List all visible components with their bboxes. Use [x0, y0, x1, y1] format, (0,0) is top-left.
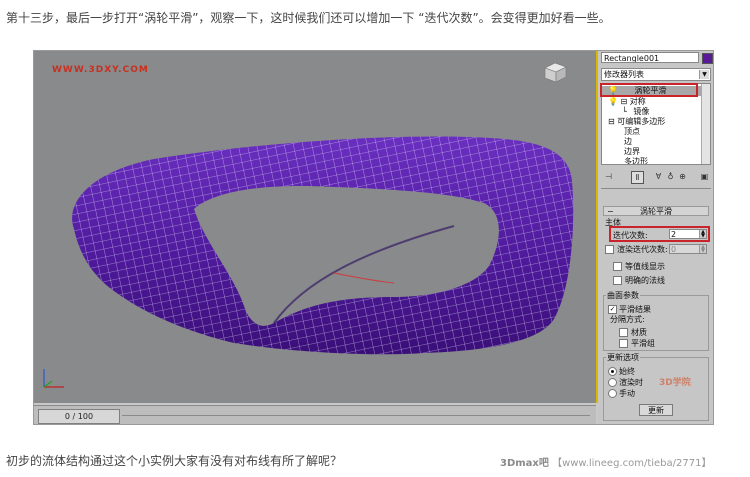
page-watermark: 3Dmax吧 【www.lineeg.com/tieba/2771】	[500, 454, 711, 469]
pin-stack-icon[interactable]: ⊣	[603, 171, 614, 182]
time-slider[interactable]: 0 / 100	[38, 409, 120, 424]
collapse-icon: −	[607, 207, 614, 216]
perspective-viewport[interactable]: WWW.3DXY.COM	[34, 51, 598, 403]
materials-label: 材质	[631, 328, 647, 337]
stack-subitem-vertex[interactable]: 顶点	[624, 127, 640, 137]
stack-item-symmetry[interactable]: 💡 ⊟ 对称	[608, 97, 646, 107]
axis-gizmo-icon	[43, 369, 64, 388]
surface-params-label: 曲面参数	[606, 290, 640, 301]
when-rendering-radio[interactable]	[608, 378, 617, 387]
render-iters-label: 渲染迭代次数:	[617, 245, 668, 254]
spinner-arrows-icon[interactable]: ▲ ▼	[699, 245, 706, 254]
stack-subitem-edge[interactable]: 边	[624, 137, 632, 147]
step-caption: 第十三步，最后一步打开“涡轮平滑”，观察一下，这时候我们还可以增加一下 “迭代次…	[6, 11, 611, 25]
separate-by-label: 分隔方式:	[610, 315, 645, 324]
materials-checkbox[interactable]	[619, 328, 628, 337]
panel-divider	[601, 188, 711, 189]
smooth-result-checkbox[interactable]: ✓	[608, 305, 617, 314]
stack-scrollbar[interactable]	[701, 84, 710, 164]
isoline-label: 等值线显示	[625, 262, 665, 271]
manually-radio[interactable]	[608, 389, 617, 398]
watermark-url: 【www.lineeg.com/tieba/2771】	[552, 458, 712, 469]
explicit-normals-checkbox[interactable]	[613, 276, 622, 285]
max-screenshot: WWW.3DXY.COM 0 / 100 Rectangle001 修改器列表 …	[33, 50, 714, 425]
expand-icon[interactable]: ⊟	[621, 97, 628, 106]
render-iters-spinner[interactable]: 0 ▲ ▼	[669, 244, 707, 254]
object-color-swatch[interactable]	[702, 53, 713, 64]
turbosmooth-mesh[interactable]	[34, 51, 596, 403]
render-iters-checkbox[interactable]	[605, 245, 614, 254]
remove-modifier-icon[interactable]: ♁	[665, 171, 676, 182]
stack-subitem-polygon[interactable]: 多边形	[624, 157, 648, 164]
time-track[interactable]	[122, 415, 590, 416]
isoline-checkbox[interactable]	[613, 262, 622, 271]
summary-caption: 初步的流体结构通过这个小实例大家有没有对布线有所了解呢？	[6, 454, 343, 468]
tree-branch-icon: └	[622, 107, 627, 116]
make-unique-icon[interactable]: ∀	[653, 171, 664, 182]
update-options-label: 更新选项	[606, 352, 640, 363]
watermark-brand: 3Dmax吧	[500, 458, 549, 469]
mesh-body	[72, 136, 574, 355]
smoothing-groups-checkbox[interactable]	[619, 339, 628, 348]
when-rendering-label: 渲染时	[619, 378, 643, 387]
stack-item-editable-poly[interactable]: ⊟ 可编辑多边形	[608, 117, 665, 127]
stack-subitem-border[interactable]: 边界	[624, 147, 640, 157]
modifier-list-label: 修改器列表	[604, 70, 644, 79]
chevron-down-icon: ▼	[699, 70, 709, 79]
iterations-highlight	[609, 226, 710, 242]
manually-label: 手动	[619, 389, 635, 398]
stack-tools: ⊣ Ⅱ ∀ ♁ ⊕ ▣	[601, 169, 711, 185]
show-end-result-icon[interactable]: Ⅱ	[631, 171, 644, 184]
turbosmooth-rollout-title[interactable]: − 涡轮平滑	[603, 206, 709, 216]
stack-subitem-mirror[interactable]: └ 镜像	[622, 107, 649, 117]
expand-icon[interactable]: ⊟	[608, 117, 615, 126]
panel-watermark: 3D学院	[659, 378, 691, 388]
configure-modifiers-icon[interactable]: ▣	[699, 171, 710, 182]
explicit-normals-label: 明确的法线	[625, 276, 665, 285]
modifier-list-dropdown[interactable]: 修改器列表 ▼	[601, 68, 711, 81]
command-panel: Rectangle001 修改器列表 ▼ 💡 涡轮平滑 💡 ⊟ 对称 └ 镜像 …	[599, 51, 713, 424]
timeline[interactable]: 0 / 100	[34, 405, 596, 424]
always-radio[interactable]	[608, 367, 617, 376]
update-button[interactable]: 更新	[639, 404, 673, 416]
turbosmooth-highlight	[600, 83, 698, 97]
object-name-field[interactable]: Rectangle001	[601, 52, 699, 63]
configure-sets-icon[interactable]: ⊕	[677, 171, 688, 182]
smoothing-groups-label: 平滑组	[631, 339, 655, 348]
bulb-icon[interactable]: 💡	[608, 97, 618, 106]
always-label: 始终	[619, 367, 635, 376]
